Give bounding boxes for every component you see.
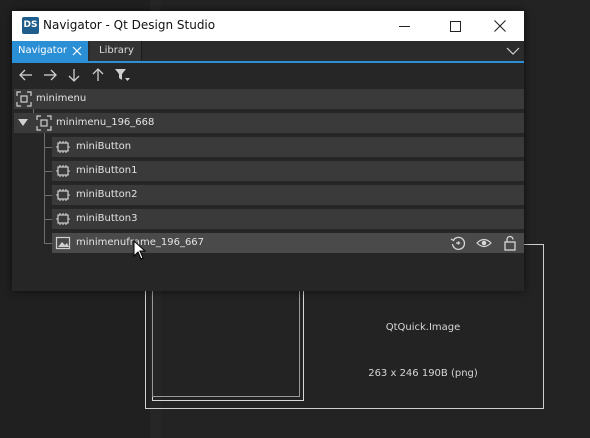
tree-row-label: miniButton3 <box>76 213 138 224</box>
navigator-toolbar <box>12 63 524 87</box>
close-icon <box>494 20 506 32</box>
tree-connector-line <box>44 219 52 220</box>
tab-close-icon[interactable] <box>72 46 82 56</box>
tree-row-minibutton3[interactable]: miniButton3 <box>52 209 524 229</box>
visibility-eye-icon[interactable] <box>476 235 492 251</box>
component-icon <box>56 189 70 201</box>
navigator-window: DS Navigator - Qt Design Studio Navigato… <box>12 11 524 291</box>
tree-row-label: minimenu <box>36 93 87 104</box>
move-down-icon[interactable] <box>66 67 82 83</box>
tree-row-label: miniButton1 <box>76 165 138 176</box>
tree-row-label: miniButton <box>76 141 132 152</box>
tree-row-minibutton1[interactable]: miniButton1 <box>52 161 524 181</box>
forward-icon[interactable] <box>42 67 58 83</box>
component-icon <box>56 141 70 153</box>
mouse-cursor-icon <box>133 240 147 260</box>
tree-connector-line <box>44 243 52 244</box>
tree-row-minibutton2[interactable]: miniButton2 <box>52 185 524 205</box>
maximize-icon <box>449 20 461 32</box>
item-icon <box>36 115 52 131</box>
tree-row-minimenu-196-668[interactable]: minimenu_196_668 <box>14 113 524 133</box>
component-icon <box>56 213 70 225</box>
tree-row-minibutton[interactable]: miniButton <box>52 137 524 157</box>
tree-row-minimenu[interactable]: minimenu <box>14 89 524 109</box>
title-bar[interactable]: DS Navigator - Qt Design Studio <box>12 11 524 41</box>
tree-connector-line <box>44 195 52 196</box>
minimize-button[interactable] <box>382 11 426 41</box>
preview-type-label: QtQuick.Image <box>385 322 461 333</box>
tab-library[interactable]: Library <box>90 41 142 61</box>
item-icon <box>16 91 32 107</box>
unlock-icon[interactable] <box>502 235 518 251</box>
chevron-down-icon[interactable] <box>506 45 520 57</box>
tree-row-label: miniButton2 <box>76 189 138 200</box>
move-up-icon[interactable] <box>90 67 106 83</box>
close-button[interactable] <box>478 11 522 41</box>
tab-bar: Navigator Library <box>12 41 524 63</box>
minimize-icon <box>398 25 410 27</box>
filter-icon[interactable] <box>114 67 130 83</box>
tree-row-minimenuframe-196-667[interactable]: minimenuframe_196_667 <box>52 233 524 253</box>
tab-library-label: Library <box>99 45 134 56</box>
tree-connector-line <box>44 171 52 172</box>
expand-arrow-icon[interactable] <box>18 119 28 127</box>
preview-info-label: 263 x 246 190B (png) <box>368 368 478 379</box>
app-logo-icon: DS <box>22 17 39 34</box>
tree-connector-line <box>44 147 52 148</box>
maximize-button[interactable] <box>433 11 477 41</box>
image-icon <box>55 236 71 250</box>
tab-navigator-label: Navigator <box>18 45 67 56</box>
window-title: Navigator - Qt Design Studio <box>43 18 216 32</box>
component-icon <box>56 165 70 177</box>
back-icon[interactable] <box>18 67 34 83</box>
tree-row-label: minimenu_196_668 <box>56 117 155 128</box>
reset-icon[interactable] <box>450 235 466 251</box>
tree-connector-line <box>44 133 45 243</box>
tab-navigator[interactable]: Navigator <box>12 41 88 61</box>
